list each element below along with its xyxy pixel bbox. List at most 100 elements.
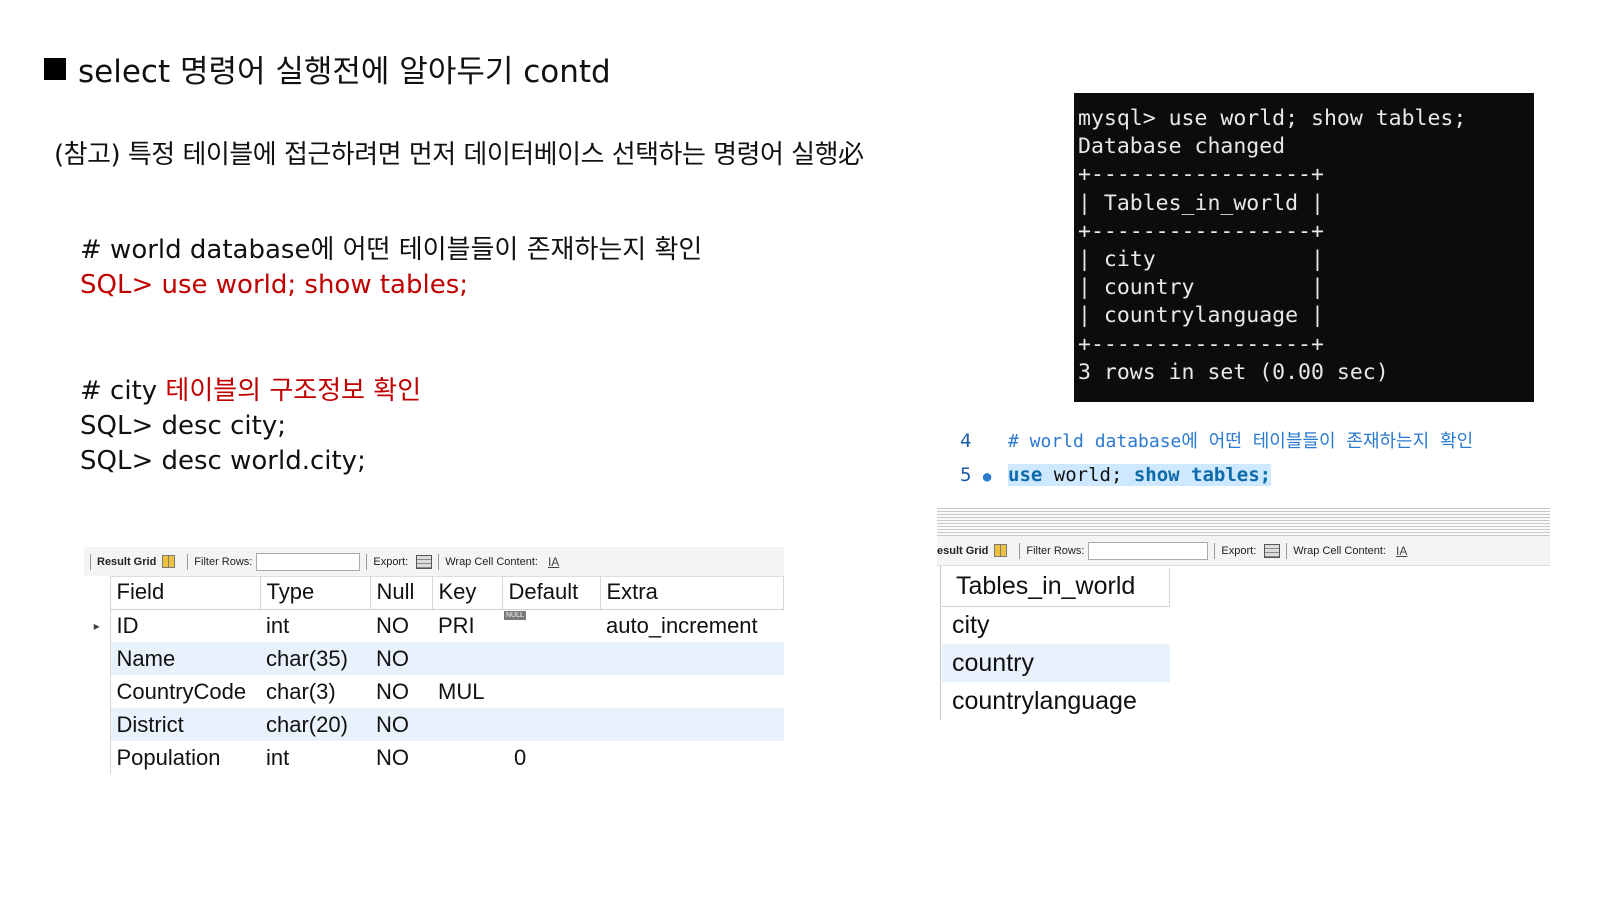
export-label: Export:: [1221, 544, 1257, 557]
cell-null[interactable]: NO: [370, 741, 432, 774]
cell-default[interactable]: [502, 675, 600, 708]
grid-header-row: Tables_in_world: [942, 568, 1170, 607]
cell-default[interactable]: [502, 642, 600, 675]
desc-world-city-sql: SQL> desc world.city;: [80, 446, 366, 476]
tables-result-grid: Tables_in_world city country countrylang…: [942, 568, 1170, 720]
cell-key[interactable]: [432, 642, 502, 675]
table-row[interactable]: country: [942, 644, 1170, 682]
cell-extra[interactable]: [600, 675, 784, 708]
cell-field[interactable]: Name: [110, 642, 260, 675]
cell-type[interactable]: int: [260, 741, 370, 774]
cell-default[interactable]: [502, 708, 600, 741]
current-row-arrow-icon: ▸: [84, 609, 111, 642]
row-marker-cell: [84, 642, 111, 675]
terminal-line: Database changed: [1078, 134, 1286, 160]
editor-line-4[interactable]: 4 # world database에 어떤 테이블들이 존재하는지 확인: [950, 426, 1473, 456]
toolbar-separator: [1019, 542, 1021, 559]
table-row[interactable]: Population int NO 0: [84, 741, 784, 774]
show-tables-block: # world database에 어떤 테이블들이 존재하는지 확인 SQL>…: [80, 233, 702, 303]
wrap-cell-icon[interactable]: IA: [548, 555, 559, 569]
toolbar-separator: [90, 553, 91, 570]
terminal-line: | city |: [1078, 247, 1324, 273]
wrap-cell-label: Wrap Cell Content:: [445, 555, 538, 568]
filter-rows-input[interactable]: [1088, 541, 1209, 560]
cell-type[interactable]: int: [260, 609, 370, 642]
editor-plain-text: world;: [1042, 464, 1134, 486]
row-marker-cell: [84, 741, 111, 774]
cell-extra[interactable]: [600, 741, 784, 774]
table-row[interactable]: city: [942, 606, 1170, 644]
show-tables-comment: # world database에 어떤 테이블들이 존재하는지 확인: [80, 235, 703, 265]
filter-rows-input[interactable]: [256, 552, 361, 571]
keyword-use: use: [1008, 464, 1043, 486]
desc-city-block: # city 테이블의 구조정보 확인 SQL> desc city; SQL>…: [80, 374, 421, 479]
export-label: Export:: [373, 555, 409, 568]
keyword-show-tables: show tables;: [1133, 464, 1272, 486]
desc-city-comment: # city 테이블의 구조정보 확인: [80, 374, 421, 409]
toolbar-separator: [1286, 542, 1288, 559]
table-row[interactable]: Name char(35) NO: [84, 642, 784, 675]
export-icon[interactable]: [416, 554, 433, 569]
grid-layout-icon[interactable]: [162, 555, 176, 568]
terminal-line: +-----------------+: [1078, 162, 1324, 188]
cell-extra[interactable]: [600, 642, 784, 675]
cell-table-name[interactable]: countrylanguage: [942, 682, 1170, 720]
desc-city-comment-prefix: # city: [80, 376, 166, 406]
cell-key[interactable]: MUL: [432, 675, 502, 708]
grid-left-border: [940, 566, 941, 720]
row-marker-cell: [84, 576, 111, 609]
grid-layout-icon[interactable]: [994, 544, 1008, 557]
column-header-null[interactable]: Null: [370, 576, 433, 610]
column-header-field[interactable]: Field: [110, 576, 261, 610]
cell-extra[interactable]: auto_increment: [600, 609, 784, 642]
cell-type[interactable]: char(20): [260, 708, 370, 741]
cell-null[interactable]: NO: [370, 675, 432, 708]
cell-null[interactable]: NO: [370, 708, 432, 741]
cell-extra[interactable]: [600, 708, 784, 741]
result-grid-tab[interactable]: Result Grid: [97, 556, 156, 568]
result-grid-tab[interactable]: esult Grid: [937, 545, 988, 557]
grid-header-row: Field Type Null Key Default Extra: [84, 576, 784, 610]
cell-type[interactable]: char(3): [260, 675, 370, 708]
show-tables-sql: SQL> use world; show tables;: [80, 270, 469, 300]
sql-editor[interactable]: 4 # world database에 어떤 테이블들이 존재하는지 확인 5 ●…: [950, 424, 1550, 508]
terminal-line: | country |: [1078, 275, 1324, 301]
cell-key[interactable]: [432, 708, 502, 741]
column-header-key[interactable]: Key: [432, 576, 503, 610]
cell-table-name[interactable]: country: [942, 644, 1170, 682]
cell-field[interactable]: District: [110, 708, 260, 741]
table-row[interactable]: District char(20) NO: [84, 708, 784, 741]
table-row[interactable]: countrylanguage: [942, 682, 1170, 720]
cell-null[interactable]: NO: [370, 642, 432, 675]
cell-table-name[interactable]: city: [942, 606, 1170, 644]
wrap-cell-label: Wrap Cell Content:: [1293, 544, 1386, 557]
export-icon[interactable]: [1264, 543, 1281, 558]
desc-city-comment-highlight: 테이블의 구조정보 확인: [165, 376, 422, 406]
terminal-line: +-----------------+: [1078, 218, 1324, 244]
slide-title: select 명령어 실행전에 알아두기 contd: [44, 46, 611, 91]
column-header-tables-in-world[interactable]: Tables_in_world: [942, 568, 1170, 607]
editor-selected-statement: use world; show tables;: [1008, 464, 1272, 486]
line-number-5: 5: [960, 464, 972, 486]
cell-null[interactable]: NO: [370, 609, 432, 642]
cell-type[interactable]: char(35): [260, 642, 370, 675]
table-row[interactable]: CountryCode char(3) NO MUL: [84, 675, 784, 708]
column-header-default[interactable]: Default: [502, 576, 601, 610]
toolbar-separator: [1214, 542, 1216, 559]
cell-key[interactable]: PRI: [432, 609, 502, 642]
wrap-cell-icon[interactable]: IA: [1396, 544, 1407, 558]
editor-line-5[interactable]: 5 ● use world; show tables;: [950, 460, 1272, 490]
cell-default[interactable]: 0: [502, 741, 600, 774]
reference-note: (참고) 특정 테이블에 접근하려면 먼저 데이터베이스 선택하는 명령어 실행…: [54, 140, 864, 170]
cell-field[interactable]: ID: [110, 609, 260, 642]
tables-result-toolbar: esult Grid Filter Rows: Export: Wrap Cel…: [937, 536, 1550, 566]
cell-field[interactable]: CountryCode: [110, 675, 260, 708]
row-marker-cell: [84, 675, 111, 708]
cell-field[interactable]: Population: [110, 741, 260, 774]
panel-splitter[interactable]: [937, 508, 1550, 536]
cell-key[interactable]: [432, 741, 502, 774]
toolbar-separator: [187, 553, 189, 570]
column-header-type[interactable]: Type: [260, 576, 371, 610]
table-row[interactable]: ▸ ID int NO PRI auto_increment: [84, 609, 784, 642]
column-header-extra[interactable]: Extra: [600, 576, 784, 610]
